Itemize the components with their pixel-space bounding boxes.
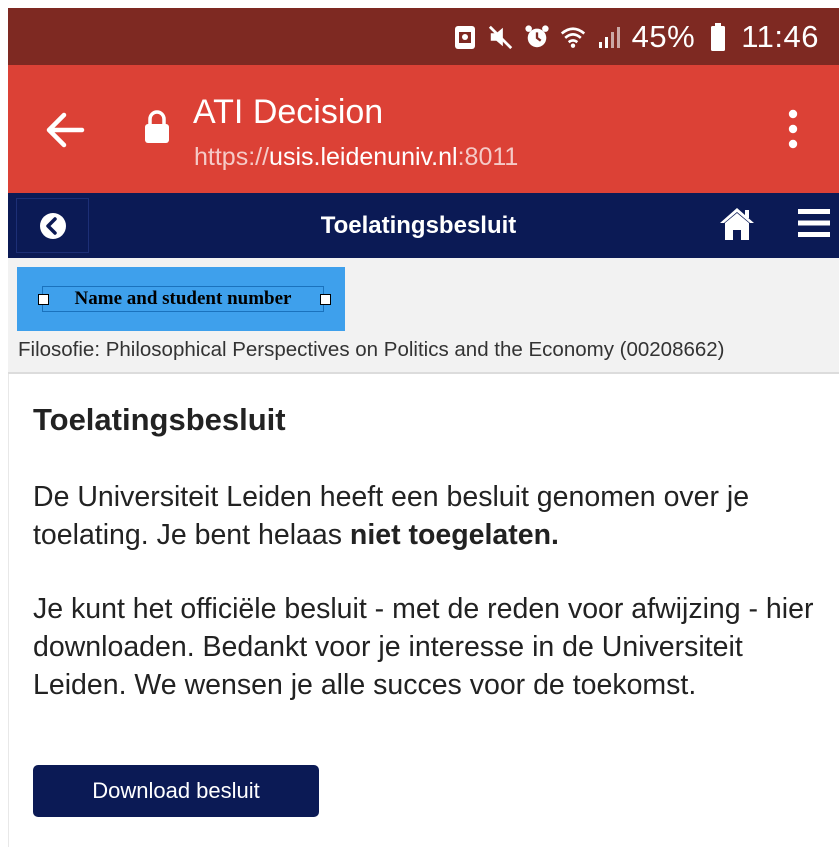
decision-result: niet toegelaten. <box>349 519 559 551</box>
program-name: Filosofie: Philosophical Perspectives on… <box>18 338 725 361</box>
info-strip: Name and student number Filosofie: Philo… <box>8 258 839 374</box>
battery-percent: 45% <box>631 18 696 54</box>
url-scheme: https:// <box>194 143 270 171</box>
status-bar: 45% 11:46 <box>8 8 839 65</box>
content-heading: Toelatingsbesluit <box>33 402 286 437</box>
home-icon[interactable] <box>718 206 756 242</box>
alarm-icon <box>524 22 550 52</box>
url-port: :8011 <box>457 143 519 171</box>
mute-icon <box>488 22 514 52</box>
app-navbar: Toelatingsbesluit <box>8 193 839 258</box>
redaction-label: Name and student number <box>42 286 324 312</box>
browser-toolbar: ATI Decision https://usis.leidenuniv.nl:… <box>8 65 839 193</box>
info-paragraph: Je kunt het officiële besluit - met de r… <box>33 593 814 701</box>
lock-icon[interactable] <box>142 109 172 145</box>
nav-back-button[interactable] <box>16 198 89 253</box>
status-icons: 45% 11:46 <box>452 8 819 65</box>
wifi-icon <box>560 22 586 52</box>
signal-icon <box>596 22 622 52</box>
menu-icon[interactable] <box>798 208 830 238</box>
download-button[interactable]: Download besluit <box>33 765 319 817</box>
left-handle-icon <box>38 294 49 305</box>
decision-content: Toelatingsbesluit De Universiteit Leiden… <box>8 374 839 847</box>
page-title: ATI Decision <box>193 93 384 131</box>
navbar-title: Toelatingsbesluit <box>320 212 517 239</box>
more-options-icon[interactable] <box>787 109 799 149</box>
url-bar[interactable]: https://usis.leidenuniv.nl:8011 <box>194 143 518 172</box>
url-host: usis.leidenuniv.nl <box>269 143 458 171</box>
right-handle-icon <box>320 294 331 305</box>
decision-paragraph: De Universiteit Leiden heeft een besluit… <box>33 478 823 554</box>
back-arrow-icon[interactable] <box>42 107 88 153</box>
clock: 11:46 <box>741 18 819 54</box>
battery-icon <box>705 22 731 52</box>
photo-icon <box>452 22 478 52</box>
redaction-box: Name and student number <box>17 267 345 331</box>
chevron-left-icon <box>39 212 66 239</box>
